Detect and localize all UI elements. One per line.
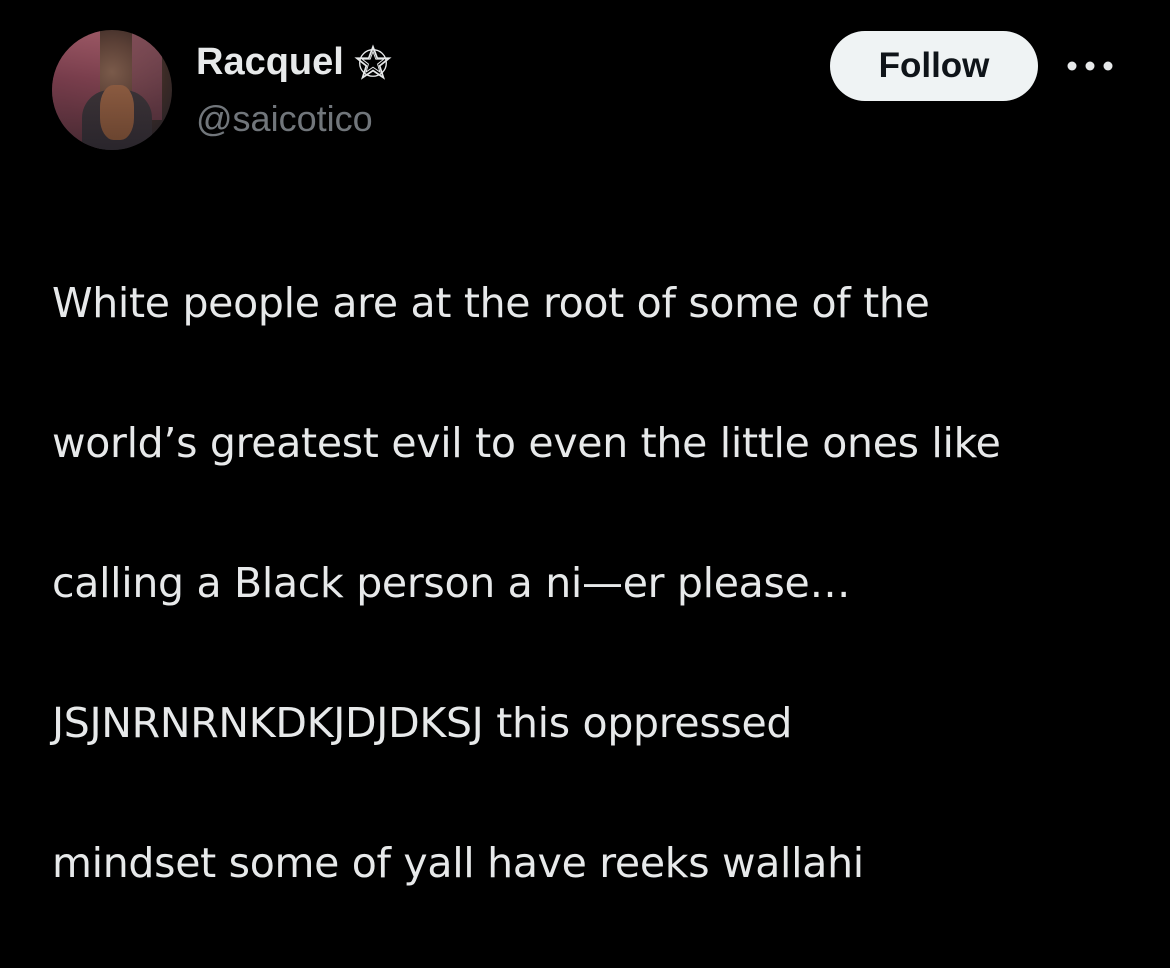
- author-handle[interactable]: @saicotico: [196, 98, 373, 140]
- tweet-text-line: world’s greatest evil to even the little…: [52, 419, 1001, 467]
- more-options-button[interactable]: [1064, 48, 1116, 84]
- tweet-card: Racquel @saicotico Follow White people a…: [0, 0, 1170, 887]
- tweet-text-line: calling a Black person a ni—er please…: [52, 559, 851, 607]
- avatar-face: [100, 85, 134, 140]
- tweet-text-line: White people are at the root of some of …: [52, 279, 930, 327]
- display-name[interactable]: Racquel: [196, 41, 344, 84]
- follow-button[interactable]: Follow: [830, 31, 1038, 101]
- more-options-icon: [1067, 61, 1113, 71]
- pentagram-star-icon: [354, 43, 392, 81]
- tweet-text-line: JSJNRNRNKDKJDJDKSJ this oppressed: [52, 699, 793, 747]
- tweet-text: White people are at the root of some of …: [52, 198, 1142, 968]
- tweet-text-line: mindset some of yall have reeks wallahi: [52, 839, 864, 887]
- author-name-row[interactable]: Racquel: [196, 40, 392, 84]
- avatar[interactable]: [52, 30, 172, 150]
